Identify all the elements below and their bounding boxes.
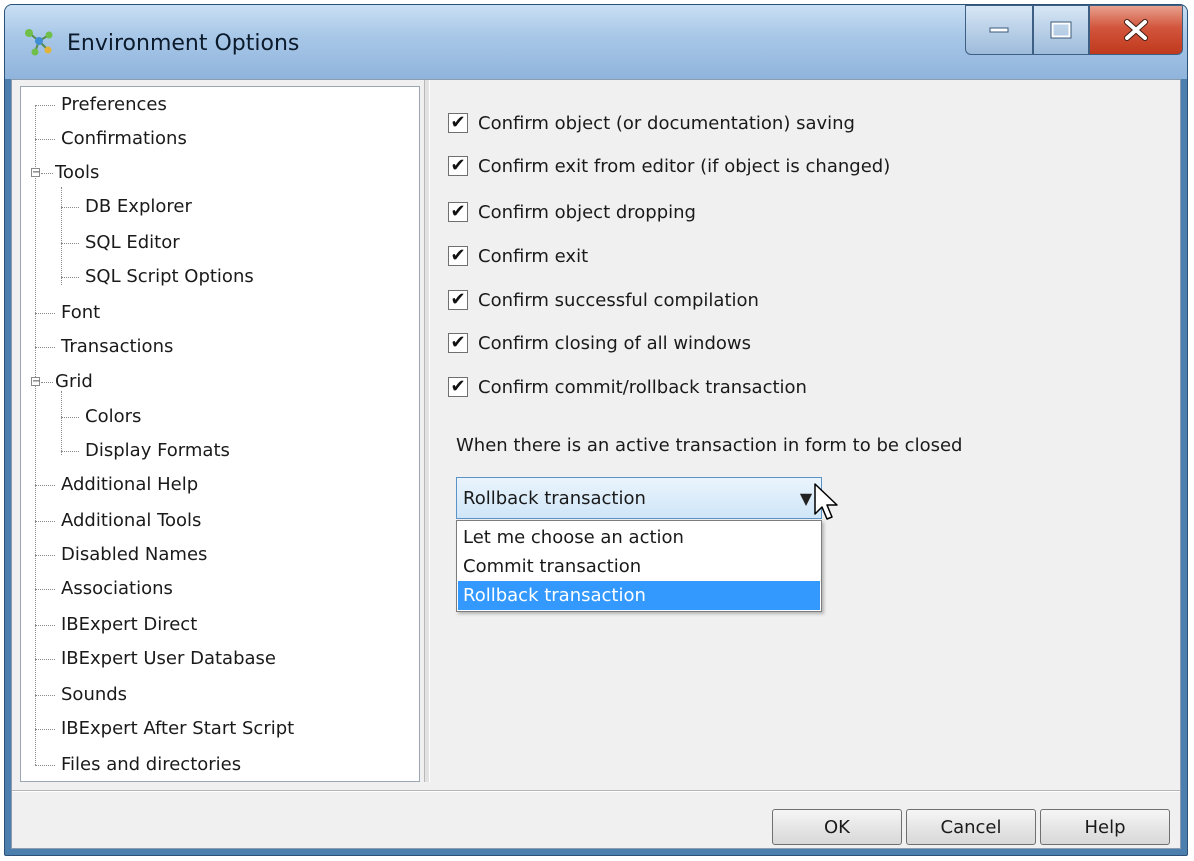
tree-connector (35, 485, 55, 486)
confirm-object-dropping-option[interactable]: ✔ Confirm object dropping (448, 199, 696, 225)
title-bar[interactable]: Environment Options (5, 5, 1187, 79)
minimize-icon (989, 27, 1009, 33)
tree-connector (41, 382, 53, 383)
checkbox-label: Confirm exit (478, 245, 589, 267)
tree-item-ibexpert-user-database[interactable]: IBExpert User Database (61, 648, 276, 670)
checkmark-icon: ✔ (450, 245, 466, 266)
tree-item-sounds[interactable]: Sounds (61, 684, 127, 706)
options-tree[interactable]: − − Preferences Confirmations Tools DB E… (20, 86, 420, 782)
select-value: Rollback transaction (463, 487, 646, 509)
checkbox-label: Confirm closing of all windows (478, 332, 752, 354)
tree-item-font[interactable]: Font (61, 302, 100, 324)
tree-connector (41, 173, 53, 174)
confirm-object-saving-option[interactable]: ✔ Confirm object (or documentation) savi… (448, 110, 855, 136)
tree-item-disabled-names[interactable]: Disabled Names (61, 544, 207, 566)
environment-options-window: Environment Options − − Preferences Conf… (4, 4, 1188, 856)
tree-nodes-icon (25, 29, 53, 56)
window-title: Environment Options (67, 31, 300, 56)
tree-connector (35, 589, 55, 590)
tree-item-confirmations[interactable]: Confirmations (61, 128, 187, 150)
collapse-grid-icon[interactable]: − (31, 377, 40, 387)
checkmark-icon: ✔ (450, 376, 466, 397)
tree-connector (35, 765, 55, 766)
tree-connector (61, 243, 79, 244)
tree-connector (35, 729, 55, 730)
checkbox-label: Confirm successful compilation (478, 289, 759, 311)
confirm-exit-from-editor-option[interactable]: ✔ Confirm exit from editor (if object is… (448, 153, 890, 179)
confirm-exit-checkbox[interactable]: ✔ (448, 246, 468, 266)
tree-connector (35, 105, 55, 106)
tree-connector (61, 187, 62, 285)
tree-item-db-explorer[interactable]: DB Explorer (85, 196, 192, 218)
confirm-commit-rollback-checkbox[interactable]: ✔ (448, 377, 468, 397)
tree-item-additional-tools[interactable]: Additional Tools (61, 510, 201, 532)
maximize-icon (1050, 21, 1072, 39)
checkmark-icon: ✔ (450, 155, 466, 176)
collapse-tools-icon[interactable]: − (31, 168, 40, 178)
tree-connector (35, 659, 55, 660)
tree-item-display-formats[interactable]: Display Formats (85, 440, 230, 462)
tree-item-colors[interactable]: Colors (85, 406, 141, 428)
maximize-button[interactable] (1033, 5, 1089, 55)
tree-item-associations[interactable]: Associations (61, 578, 173, 600)
help-button[interactable]: Help (1040, 809, 1170, 845)
tree-connector (61, 451, 79, 452)
tree-item-grid[interactable]: Grid (55, 371, 93, 393)
tree-connector (61, 391, 62, 455)
pane-splitter[interactable] (424, 80, 430, 782)
dialog-client-area: − − Preferences Confirmations Tools DB E… (11, 79, 1181, 849)
confirm-object-saving-checkbox[interactable]: ✔ (448, 113, 468, 133)
dropdown-option-commit[interactable]: Commit transaction (458, 552, 820, 581)
confirm-closing-all-windows-checkbox[interactable]: ✔ (448, 333, 468, 353)
confirm-commit-rollback-option[interactable]: ✔ Confirm commit/rollback transaction (448, 374, 807, 400)
transaction-prompt-label: When there is an active transaction in f… (456, 435, 963, 456)
tree-connector (35, 139, 55, 140)
confirm-successful-compilation-option[interactable]: ✔ Confirm successful compilation (448, 287, 759, 313)
tree-item-preferences[interactable]: Preferences (61, 94, 167, 116)
confirm-exit-from-editor-checkbox[interactable]: ✔ (448, 156, 468, 176)
transaction-action-dropdown-list: Let me choose an action Commit transacti… (456, 520, 822, 612)
tree-connector (35, 347, 55, 348)
dropdown-option-rollback[interactable]: Rollback transaction (458, 581, 820, 610)
ok-button[interactable]: OK (772, 809, 902, 845)
transaction-action-select[interactable]: Rollback transaction ▼ (456, 477, 822, 519)
mouse-pointer-icon (814, 483, 838, 520)
tree-item-ibexpert-after-start-script[interactable]: IBExpert After Start Script (61, 718, 294, 740)
close-icon (1124, 19, 1148, 41)
tree-item-ibexpert-direct[interactable]: IBExpert Direct (61, 614, 197, 636)
checkmark-icon: ✔ (450, 112, 466, 133)
tree-item-transactions[interactable]: Transactions (61, 336, 173, 358)
tree-item-additional-help[interactable]: Additional Help (61, 474, 198, 496)
tree-connector (35, 521, 55, 522)
tree-connector (35, 105, 36, 765)
confirm-exit-option[interactable]: ✔ Confirm exit (448, 243, 588, 269)
minimize-button[interactable] (965, 5, 1033, 55)
tree-connector (61, 277, 79, 278)
tree-connector (35, 695, 55, 696)
close-button[interactable] (1089, 5, 1183, 55)
tree-connector (35, 313, 55, 314)
dropdown-option-let-me-choose[interactable]: Let me choose an action (458, 523, 820, 552)
footer-divider (12, 790, 1180, 792)
checkmark-icon: ✔ (450, 332, 466, 353)
confirm-successful-compilation-checkbox[interactable]: ✔ (448, 290, 468, 310)
tree-item-sql-editor[interactable]: SQL Editor (85, 232, 180, 254)
tree-connector (61, 207, 79, 208)
tree-item-files-and-directories[interactable]: Files and directories (61, 754, 241, 776)
checkbox-label: Confirm object (or documentation) saving (478, 112, 855, 134)
tree-connector (35, 625, 55, 626)
checkbox-label: Confirm exit from editor (if object is c… (478, 155, 891, 177)
confirm-object-dropping-checkbox[interactable]: ✔ (448, 202, 468, 222)
tree-connector (61, 417, 79, 418)
checkbox-label: Confirm commit/rollback transaction (478, 376, 807, 398)
checkmark-icon: ✔ (450, 201, 466, 222)
checkmark-icon: ✔ (450, 289, 466, 310)
tree-item-tools[interactable]: Tools (55, 162, 99, 184)
confirm-closing-all-windows-option[interactable]: ✔ Confirm closing of all windows (448, 330, 751, 356)
tree-item-sql-script-options[interactable]: SQL Script Options (85, 266, 254, 288)
cancel-button[interactable]: Cancel (906, 809, 1036, 845)
checkbox-label: Confirm object dropping (478, 201, 696, 223)
tree-connector (35, 555, 55, 556)
